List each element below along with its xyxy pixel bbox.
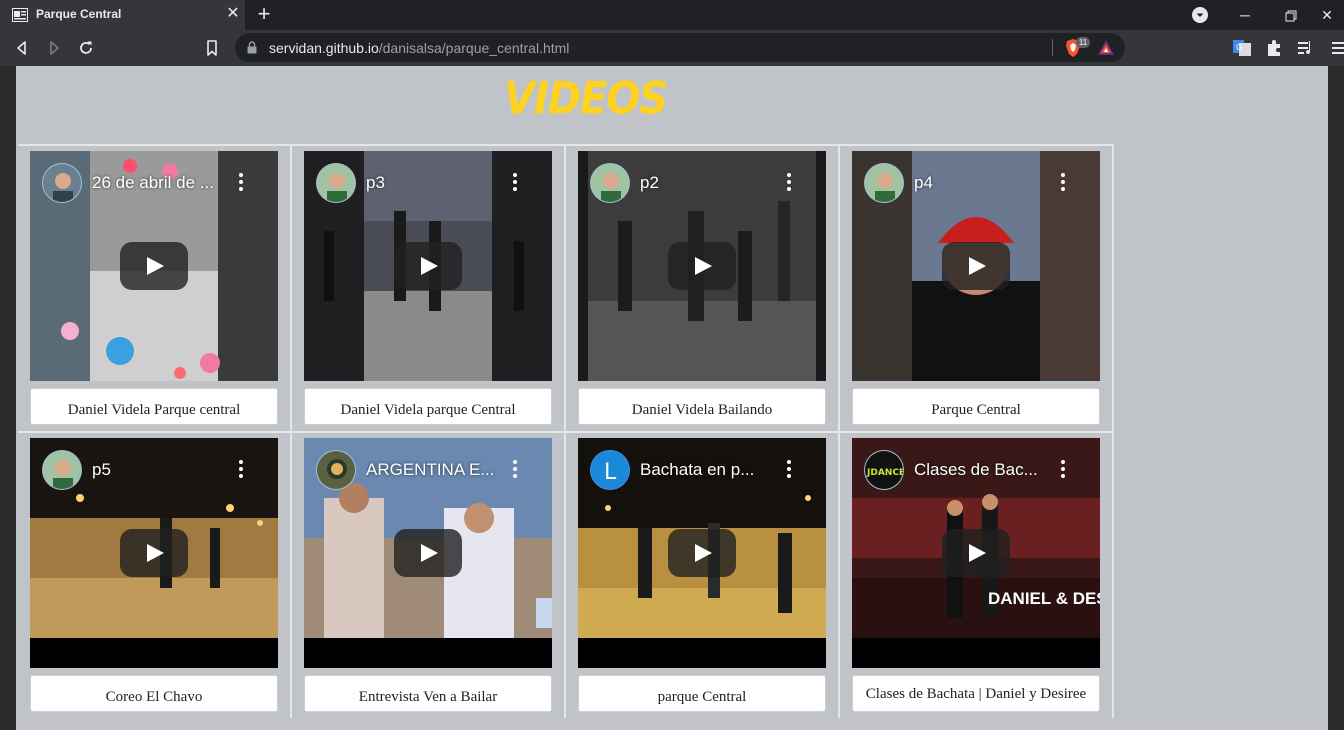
video-card: p3 Daniel Videla parque Central — [292, 144, 566, 431]
video-card: p4 Parque Central — [840, 144, 1114, 431]
avatar-text: JDANCE — [866, 468, 904, 478]
video-player[interactable]: L Bachata en p... — [578, 438, 826, 668]
video-card: p5 Coreo El Chavo — [18, 431, 292, 718]
play-button-icon[interactable] — [120, 529, 188, 577]
url-text[interactable]: servidan.github.io/danisalsa/parque_cent… — [269, 40, 569, 56]
more-options-icon[interactable] — [510, 460, 520, 482]
channel-avatar[interactable]: L — [590, 450, 630, 490]
more-options-icon[interactable] — [236, 173, 246, 195]
video-player[interactable]: DANIEL & DESIRE JDANCE Clases de Bac... — [852, 438, 1100, 668]
minimize-button[interactable]: ─ — [1222, 0, 1268, 30]
more-options-icon[interactable] — [784, 173, 794, 195]
shield-count-badge: 11 — [1076, 37, 1090, 48]
play-button-icon[interactable] — [942, 529, 1010, 577]
media-controls-icon[interactable] — [1297, 39, 1315, 57]
video-caption: Clases de Bachata | Daniel y Desiree — [852, 675, 1100, 712]
page-scrollbar-area[interactable] — [1328, 66, 1344, 730]
bookmark-icon[interactable] — [201, 37, 223, 59]
channel-avatar[interactable] — [864, 163, 904, 203]
restore-button[interactable] — [1268, 0, 1314, 30]
more-options-icon[interactable] — [236, 460, 246, 482]
thumbnail-overlay-text: DANIEL & DESIRE — [988, 589, 1100, 608]
video-caption: Daniel Videla parque Central — [304, 388, 552, 425]
url-host: servidan.github.io — [269, 40, 379, 56]
page-heading: VIDEOS — [504, 73, 668, 125]
video-title[interactable]: Clases de Bac... — [914, 460, 1054, 480]
video-title[interactable]: p4 — [914, 173, 1054, 193]
channel-avatar[interactable] — [42, 163, 82, 203]
video-player[interactable]: p3 — [304, 151, 552, 381]
close-tab-icon[interactable]: ✕ — [224, 5, 242, 23]
play-button-icon[interactable] — [942, 242, 1010, 290]
more-options-icon[interactable] — [1058, 460, 1068, 482]
svg-text:G: G — [1236, 43, 1242, 52]
lock-icon[interactable] — [247, 41, 257, 54]
video-card: DANIEL & DESIRE JDANCE Clases de Bac... … — [840, 431, 1114, 718]
more-options-icon[interactable] — [784, 460, 794, 482]
play-button-icon[interactable] — [668, 529, 736, 577]
title-bar: Parque Central ✕ + ─ ✕ — [0, 0, 1344, 30]
channel-avatar[interactable] — [42, 450, 82, 490]
reload-icon[interactable] — [75, 37, 97, 59]
video-caption: Parque Central — [852, 388, 1100, 425]
video-title[interactable]: p2 — [640, 173, 780, 193]
page-favicon-icon — [12, 8, 28, 22]
video-caption: Daniel Videla Bailando — [578, 388, 826, 425]
video-title[interactable]: ARGENTINA E... — [366, 460, 506, 480]
video-card: L Bachata en p... parque Central — [566, 431, 840, 718]
video-player[interactable]: ARGENTINA E... — [304, 438, 552, 668]
video-caption: Coreo El Chavo — [30, 675, 278, 712]
forward-icon[interactable] — [43, 37, 65, 59]
more-options-icon[interactable] — [1058, 173, 1068, 195]
video-title[interactable]: 26 de abril de ... — [92, 173, 232, 193]
address-bar[interactable]: servidan.github.io/danisalsa/parque_cent… — [235, 33, 1125, 62]
video-card: 26 de abril de ... Daniel Videla Parque … — [18, 144, 292, 431]
translate-extension-icon[interactable]: G — [1233, 39, 1251, 57]
channel-avatar[interactable] — [590, 163, 630, 203]
video-card: p2 Daniel Videla Bailando — [566, 144, 840, 431]
back-icon[interactable] — [11, 37, 33, 59]
channel-avatar[interactable] — [316, 163, 356, 203]
page-content: VIDEOS 26 de abril de ... Daniel Videla … — [16, 66, 1328, 730]
close-window-button[interactable]: ✕ — [1310, 0, 1344, 30]
more-options-icon[interactable] — [510, 173, 520, 195]
play-button-icon[interactable] — [394, 242, 462, 290]
channel-avatar[interactable] — [316, 450, 356, 490]
tab-title: Parque Central — [36, 7, 122, 21]
video-player[interactable]: p2 — [578, 151, 826, 381]
omnibox-divider — [1052, 39, 1053, 56]
video-card: ARGENTINA E... Entrevista Ven a Bailar — [292, 431, 566, 718]
browser-tab[interactable]: Parque Central ✕ — [0, 0, 245, 30]
play-button-icon[interactable] — [394, 529, 462, 577]
video-title[interactable]: Bachata en p... — [640, 460, 780, 480]
svg-text:L: L — [604, 460, 617, 485]
browser-toolbar: servidan.github.io/danisalsa/parque_cent… — [0, 30, 1344, 66]
new-tab-button[interactable]: + — [253, 3, 275, 26]
channel-avatar[interactable]: JDANCE — [864, 450, 904, 490]
video-title[interactable]: p3 — [366, 173, 506, 193]
tab-search-icon[interactable] — [1192, 7, 1208, 23]
play-button-icon[interactable] — [668, 242, 736, 290]
brave-rewards-icon[interactable] — [1097, 39, 1115, 56]
video-title[interactable]: p5 — [92, 460, 232, 480]
video-player[interactable]: 26 de abril de ... — [30, 151, 278, 381]
menu-icon[interactable] — [1330, 39, 1344, 57]
video-caption: Daniel Videla Parque central — [30, 388, 278, 425]
play-button-icon[interactable] — [120, 242, 188, 290]
url-path: /danisalsa/parque_central.html — [378, 40, 570, 56]
video-caption: Entrevista Ven a Bailar — [304, 675, 552, 712]
video-player[interactable]: p5 — [30, 438, 278, 668]
page-viewport: VIDEOS 26 de abril de ... Daniel Videla … — [0, 66, 1344, 730]
extensions-puzzle-icon[interactable] — [1265, 39, 1283, 57]
video-caption: parque Central — [578, 675, 826, 712]
video-player[interactable]: p4 — [852, 151, 1100, 381]
